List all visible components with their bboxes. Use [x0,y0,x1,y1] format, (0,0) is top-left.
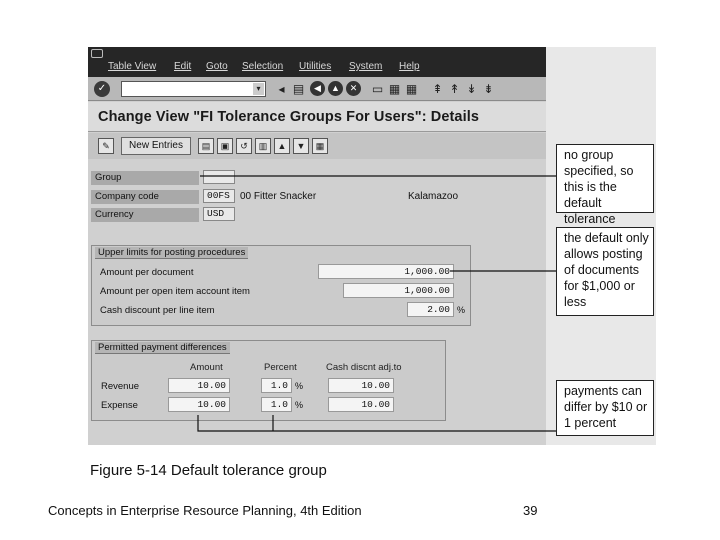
payment-difference-callout: payments can differ by $10 or 1 percent [556,380,654,436]
figure-caption: Figure 5-14 Default tolerance group [90,462,327,479]
payment-callout-connector [197,415,556,432]
default-group-callout: no group specified, so this is the defau… [556,144,654,226]
document-limit-callout: the default only allows posting of docum… [556,227,654,316]
book-title-footer: Concepts in Enterprise Resource Planning… [48,503,362,518]
page-number: 39 [523,503,538,518]
sap-screenshot: Table View Edit Goto Selection Utilities… [88,47,656,445]
